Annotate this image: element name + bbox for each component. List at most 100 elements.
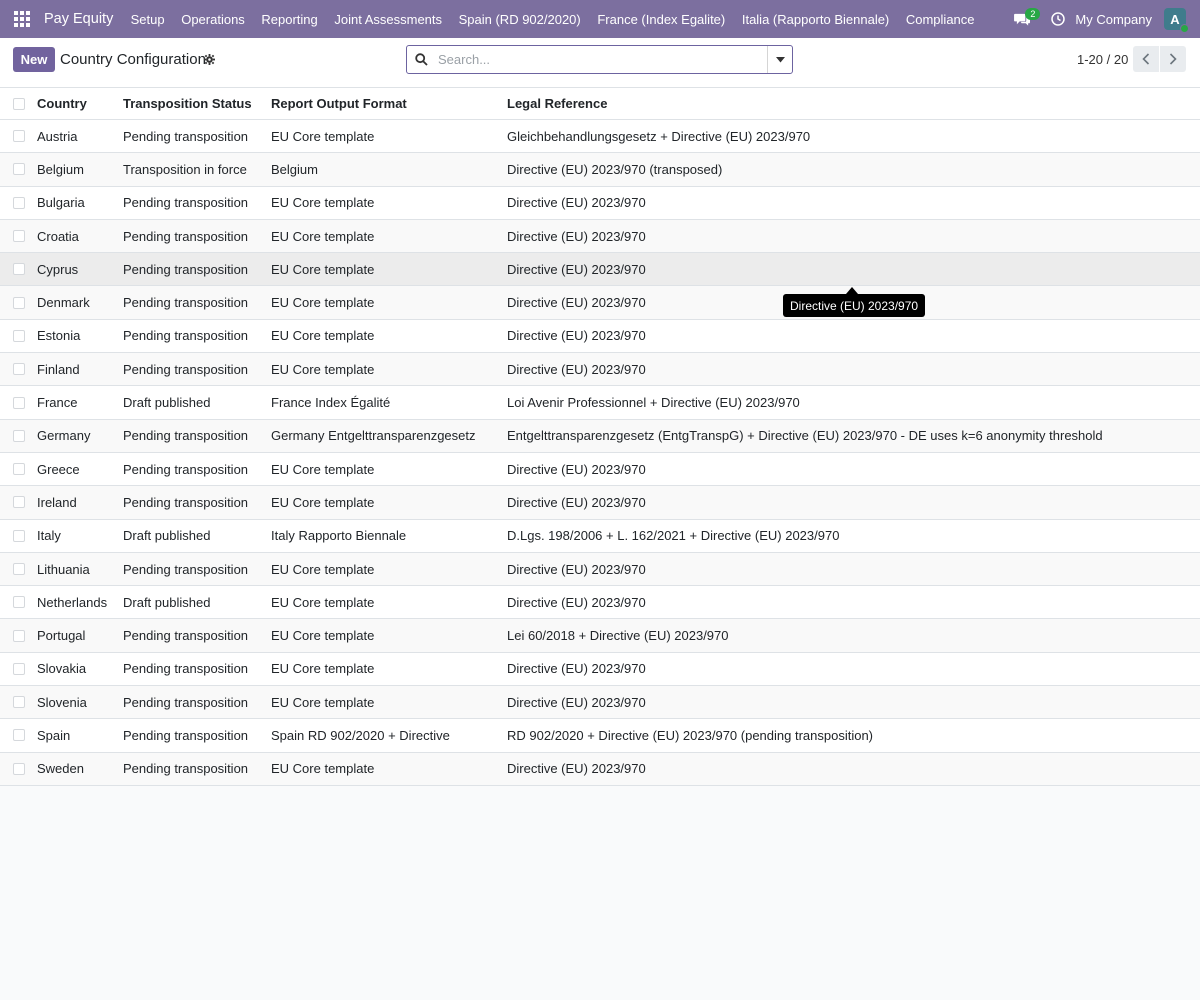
row-checkbox[interactable] bbox=[13, 429, 25, 442]
activity-button[interactable] bbox=[1045, 0, 1071, 38]
row-checkbox-cell[interactable] bbox=[13, 120, 25, 152]
row-checkbox-cell[interactable] bbox=[13, 220, 25, 252]
menu-item-joint-assessments[interactable]: Joint Assessments bbox=[326, 12, 450, 27]
row-checkbox[interactable] bbox=[13, 396, 25, 409]
row-checkbox-cell[interactable] bbox=[13, 253, 25, 285]
cell-country: Austria bbox=[37, 128, 78, 144]
table-row[interactable]: France Draft published France Index Égalit… bbox=[0, 386, 1200, 420]
row-checkbox-cell[interactable] bbox=[13, 187, 25, 219]
search-input[interactable] bbox=[435, 46, 765, 73]
row-checkbox-cell[interactable] bbox=[13, 386, 25, 418]
table-row[interactable]: Austria Pending transposition EU Core temp… bbox=[0, 120, 1200, 154]
row-checkbox[interactable] bbox=[13, 563, 25, 575]
cell-transposition-status: Transposition in force bbox=[123, 161, 247, 177]
row-checkbox[interactable] bbox=[13, 662, 25, 675]
cell-legal-reference: Directive (EU) 2023/970 bbox=[507, 261, 646, 277]
row-checkbox-cell[interactable] bbox=[13, 286, 25, 318]
row-checkbox[interactable] bbox=[13, 363, 25, 376]
row-checkbox[interactable] bbox=[13, 463, 25, 476]
row-checkbox[interactable] bbox=[13, 196, 25, 209]
table-row[interactable]: Sweden Pending transposition EU Core templ… bbox=[0, 752, 1200, 786]
menu-item-operations[interactable]: Operations bbox=[173, 12, 253, 27]
row-checkbox[interactable] bbox=[13, 296, 25, 309]
app-brand[interactable]: Pay Equity bbox=[44, 11, 113, 27]
menu-item-compliance[interactable]: Compliance bbox=[898, 12, 983, 27]
gear-icon[interactable] bbox=[204, 54, 215, 65]
column-header-status[interactable]: Transposition Status bbox=[123, 88, 252, 119]
table-row[interactable]: Croatia Pending transposition EU Core temp… bbox=[0, 219, 1200, 254]
row-checkbox[interactable] bbox=[13, 263, 25, 276]
cell-transposition-status: Pending transposition bbox=[123, 328, 249, 344]
row-checkbox[interactable] bbox=[13, 596, 25, 609]
messages-button[interactable]: 2 bbox=[1007, 0, 1041, 38]
row-checkbox-cell[interactable] bbox=[13, 619, 25, 651]
menu-item-spain-rd-902-2020[interactable]: Spain (RD 902/2020) bbox=[450, 12, 589, 27]
table-row[interactable]: Germany Pending transposition Germany Entg… bbox=[0, 419, 1200, 453]
row-checkbox-cell[interactable] bbox=[13, 753, 25, 785]
cell-transposition-status: Pending transposition bbox=[123, 128, 249, 144]
row-checkbox-cell[interactable] bbox=[13, 353, 25, 385]
table-row[interactable]: Cyprus Pending transposition EU Core templ… bbox=[0, 253, 1200, 287]
row-checkbox-cell[interactable] bbox=[13, 520, 25, 552]
row-checkbox-cell[interactable] bbox=[13, 719, 25, 751]
chevron-left-icon bbox=[1142, 53, 1150, 65]
row-checkbox-cell[interactable] bbox=[13, 420, 25, 452]
tooltip: Directive (EU) 2023/970 bbox=[783, 294, 926, 317]
table-row[interactable]: Italy Draft published Italy Rapporto Bienn… bbox=[0, 519, 1200, 553]
row-checkbox[interactable] bbox=[13, 629, 25, 642]
pager-previous-button[interactable] bbox=[1133, 46, 1159, 72]
row-checkbox-cell[interactable] bbox=[13, 486, 25, 518]
row-checkbox-cell[interactable] bbox=[13, 453, 25, 485]
table-row[interactable]: Estonia Pending transposition EU Core temp… bbox=[0, 319, 1200, 354]
grid-icon[interactable] bbox=[0, 0, 44, 38]
row-checkbox-cell[interactable] bbox=[13, 553, 25, 585]
search-options-toggle[interactable] bbox=[767, 46, 792, 73]
row-checkbox-cell[interactable] bbox=[13, 320, 25, 352]
row-checkbox[interactable] bbox=[13, 230, 25, 243]
table-row[interactable]: Slovenia Pending transposition EU Core tem… bbox=[0, 686, 1200, 720]
column-header-legal[interactable]: Legal Reference bbox=[507, 88, 607, 119]
avatar[interactable]: A bbox=[1164, 8, 1189, 33]
menu-item-reporting[interactable]: Reporting bbox=[253, 12, 326, 27]
column-header-format[interactable]: Report Output Format bbox=[271, 88, 407, 119]
cell-country: Spain bbox=[37, 727, 71, 743]
row-checkbox-cell[interactable] bbox=[13, 153, 25, 185]
table-row[interactable]: Belgium Transposition in force Belgium Dire… bbox=[0, 153, 1200, 187]
select-all-checkbox[interactable] bbox=[13, 97, 25, 110]
menu-item-italia-rapporto-biennale[interactable]: Italia (Rapporto Biennale) bbox=[734, 12, 898, 27]
row-checkbox-cell[interactable] bbox=[13, 653, 25, 685]
table-row[interactable]: Lithuania Pending transposition EU Core te… bbox=[0, 552, 1200, 587]
row-checkbox[interactable] bbox=[13, 529, 25, 542]
table-row[interactable]: Denmark Pending transposition EU Core temp… bbox=[0, 286, 1200, 320]
table-row[interactable]: Netherlands Draft published EU Core templa… bbox=[0, 586, 1200, 620]
cell-report-format: EU Core template bbox=[271, 328, 375, 344]
pager-next-button[interactable] bbox=[1160, 46, 1186, 72]
cell-country: Bulgaria bbox=[37, 195, 85, 211]
pager-value[interactable]: 1-20 / 20 bbox=[1077, 52, 1128, 67]
row-checkbox[interactable] bbox=[13, 163, 25, 176]
row-checkbox-cell[interactable] bbox=[13, 686, 25, 718]
table-row[interactable]: Portugal Pending transposition EU Core tem… bbox=[0, 619, 1200, 653]
table-row[interactable]: Slovakia Pending transposition EU Core tem… bbox=[0, 652, 1200, 687]
row-checkbox[interactable] bbox=[13, 130, 25, 143]
new-button[interactable]: New bbox=[13, 47, 55, 72]
company-switcher[interactable]: My Company bbox=[1075, 12, 1152, 27]
column-header-country[interactable]: Country bbox=[37, 88, 87, 119]
table-row[interactable]: Greece Pending transposition EU Core templ… bbox=[0, 452, 1200, 487]
table-row[interactable]: Bulgaria Pending transposition EU Core tem… bbox=[0, 186, 1200, 220]
row-checkbox[interactable] bbox=[13, 729, 25, 742]
menu-item-france-index-egalite[interactable]: France (Index Egalite) bbox=[589, 12, 734, 27]
cell-report-format: France Index Égalité bbox=[271, 395, 391, 411]
row-checkbox-cell[interactable] bbox=[13, 586, 25, 618]
cell-country: Slovenia bbox=[37, 694, 87, 710]
table-row[interactable]: Finland Pending transposition EU Core temp… bbox=[0, 353, 1200, 387]
row-checkbox[interactable] bbox=[13, 696, 25, 709]
select-all-checkbox-cell[interactable] bbox=[13, 88, 25, 119]
row-checkbox[interactable] bbox=[13, 496, 25, 509]
table-row[interactable]: Ireland Pending transposition EU Core temp… bbox=[0, 486, 1200, 520]
row-checkbox[interactable] bbox=[13, 762, 25, 775]
row-checkbox[interactable] bbox=[13, 329, 25, 342]
cell-legal-reference: Directive (EU) 2023/970 bbox=[507, 561, 646, 577]
table-row[interactable]: Spain Pending transposition Spain RD 902/2… bbox=[0, 719, 1200, 753]
menu-item-setup[interactable]: Setup bbox=[122, 12, 173, 27]
